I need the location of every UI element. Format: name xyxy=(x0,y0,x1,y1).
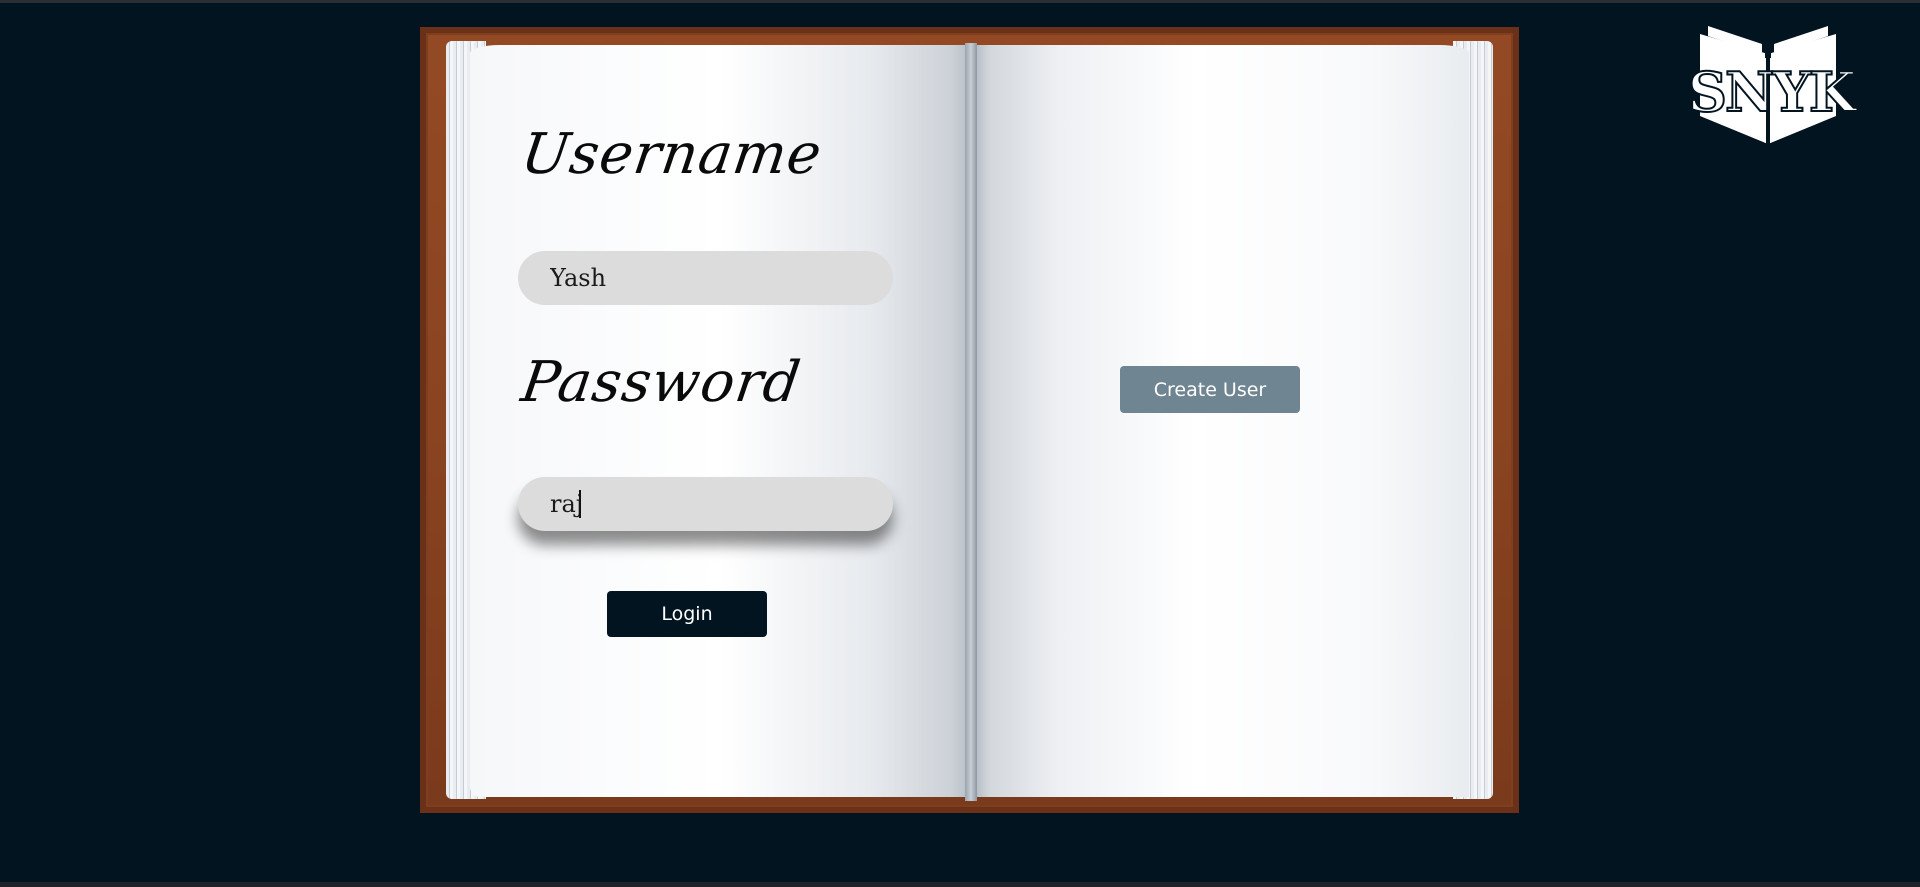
text-caret xyxy=(579,490,581,518)
username-label: Username xyxy=(517,122,827,187)
password-label: Password xyxy=(517,350,805,415)
password-input[interactable] xyxy=(518,477,893,531)
login-button[interactable]: Login xyxy=(607,591,767,637)
bottom-border xyxy=(0,882,1920,887)
create-user-button[interactable]: Create User xyxy=(1120,366,1300,413)
right-page xyxy=(970,45,1469,797)
top-border xyxy=(0,0,1920,3)
snyk-logo[interactable]: SNYK xyxy=(1687,20,1857,148)
book-spine xyxy=(965,43,977,801)
logo-text: SNYK xyxy=(1687,59,1857,125)
username-input[interactable] xyxy=(518,251,893,305)
